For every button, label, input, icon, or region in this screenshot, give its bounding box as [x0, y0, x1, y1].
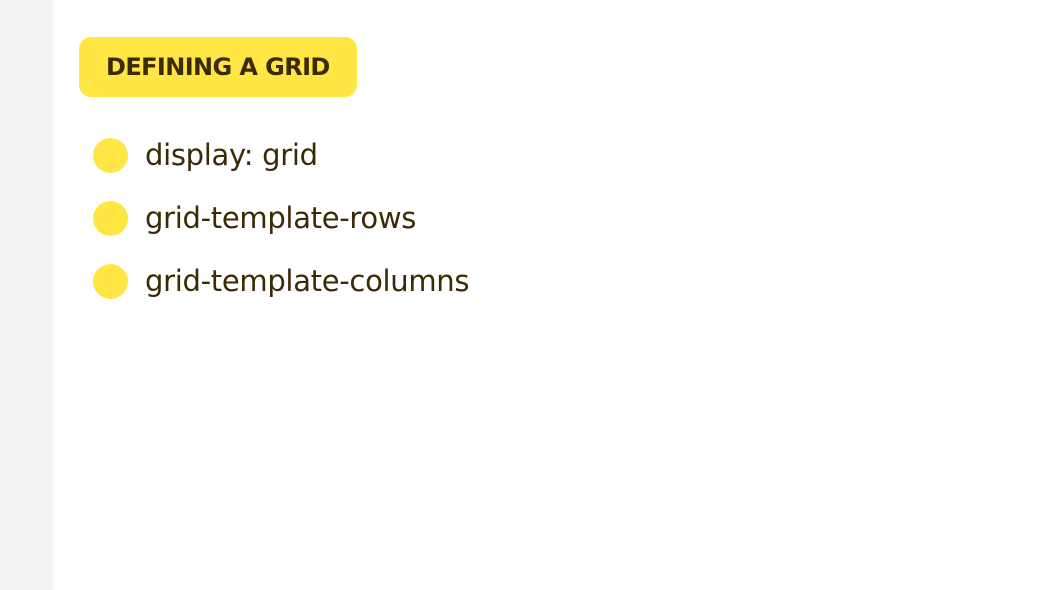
- left-gutter: [0, 0, 53, 590]
- bullet-text: grid-template-columns: [145, 264, 470, 298]
- bullet-dot-icon: [93, 137, 128, 173]
- bullet-text: display: grid: [145, 138, 318, 172]
- bullet-list: display: grid grid-template-rows grid-te…: [93, 137, 470, 326]
- section-title-badge: DEFINING A GRID: [79, 37, 357, 97]
- slide-content: DEFINING A GRID display: grid grid-templ…: [79, 37, 1019, 299]
- bullet-text: grid-template-rows: [145, 201, 417, 235]
- list-item: grid-template-rows: [93, 200, 469, 236]
- list-item: display: grid: [93, 137, 469, 173]
- list-item: grid-template-columns: [93, 263, 470, 299]
- bullet-dot-icon: [93, 200, 128, 236]
- bullet-dot-icon: [93, 263, 128, 299]
